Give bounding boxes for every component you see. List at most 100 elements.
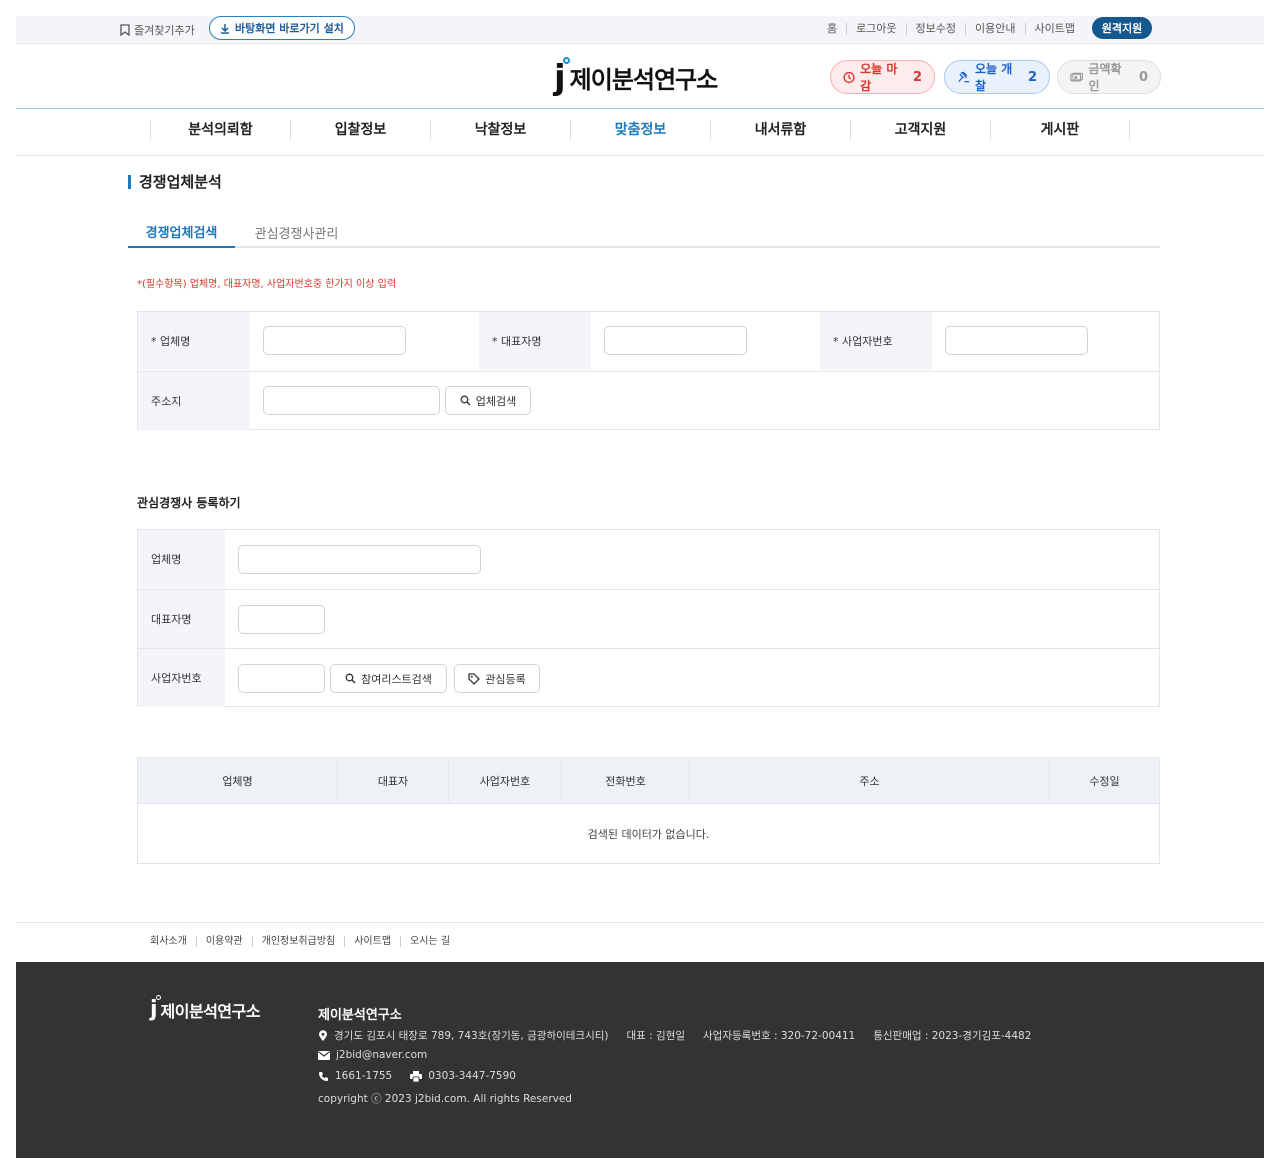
address-input[interactable] [263,386,440,415]
register-section-title: 관심경쟁사 등록하기 [137,496,241,510]
util-link-edit-info[interactable]: 정보수정 [905,23,965,35]
nav-item-analysis-request[interactable]: 분석의뢰함 [150,120,290,140]
nav-item-board[interactable]: 게시판 [990,120,1130,140]
site-logo[interactable]: j 제이분석연구소 [554,56,719,95]
main-nav: 분석의뢰함 입찰정보 낙찰정보 맞춤정보 내서류함 고객지원 게시판 [150,120,1130,140]
footer-links: 회사소개 이용약관 개인정보취급방침 사이트맵 오시는 길 [150,936,459,947]
tag-icon [468,672,481,685]
nav-item-bid-info[interactable]: 입찰정보 [290,120,430,140]
participant-list-search-button[interactable]: 참여리스트검색 [330,664,447,693]
search-icon [345,673,356,684]
footer-logo: j 제이분석연구소 [150,995,261,1022]
footer-logo-mark: j [150,995,161,1021]
nav-item-my-documents[interactable]: 내서류함 [710,120,850,140]
nav-item-customer-support[interactable]: 고객지원 [850,120,990,140]
footer-link-sitemap[interactable]: 사이트맵 [344,936,400,947]
util-link-logout[interactable]: 로그아웃 [846,23,905,35]
nav-divider [16,155,1264,156]
install-shortcut-label: 바탕화면 바로가기 설치 [235,22,344,35]
register-bizno-input[interactable] [238,664,325,693]
footer-link-directions[interactable]: 오시는 길 [400,936,459,947]
footer-business-registration: 사업자등록번호 : 320-72-00411 [703,1030,856,1042]
util-link-sitemap[interactable]: 사이트맵 [1024,23,1084,35]
company-name-input[interactable] [263,326,406,355]
nav-item-custom-info[interactable]: 맞춤정보 [570,120,710,140]
register-bizno-label: 사업자번호 [138,649,225,707]
company-search-label: 업체검색 [475,394,517,408]
add-favorite-link[interactable]: 즐겨찾기추가 [120,22,195,38]
search-icon [460,395,471,406]
results-table-header: 업체명 대표자 사업자번호 전화번호 주소 수정일 [138,758,1159,804]
required-field-note: *(필수항목) 업체명, 대표자명, 사업자번호중 한가지 이상 입력 [137,279,397,290]
today-deadline-button[interactable]: 오늘 마감 2 [830,60,935,94]
clock-icon [843,71,855,83]
register-form: 업체명 대표자명 사업자번호 참여리스트검색 관심등록 [137,529,1160,707]
footer-mail-order: 통신판매업 : 2023-경기김포-4482 [873,1030,1032,1042]
bookmark-icon [120,24,130,36]
column-header-ceo: 대표자 [337,758,448,804]
register-company-label: 업체명 [138,530,225,588]
add-favorite-label: 즐겨찾기추가 [134,24,195,37]
sub-tabs: 경쟁업체검색 관심경쟁사관리 [128,216,1160,248]
amount-check-button[interactable]: 금액확인 0 [1057,60,1161,94]
ceo-name-input[interactable] [604,326,747,355]
column-header-phone: 전화번호 [561,758,689,804]
remote-support-button[interactable]: 원격지원 [1092,17,1152,39]
today-opening-button[interactable]: 오늘 개찰 2 [944,60,1050,94]
page-title-text: 경쟁업체분석 [139,173,222,191]
footer-email[interactable]: j2bid@naver.com [336,1049,427,1061]
footer-phone: 1661-1755 [335,1070,393,1082]
utility-links: 홈 로그아웃 정보수정 이용안내 사이트맵 [818,23,1084,35]
company-search-button[interactable]: 업체검색 [445,386,531,415]
search-form-row-1: * 업체명 * 대표자명 * 사업자번호 [138,312,1159,371]
business-number-input[interactable] [945,326,1088,355]
logo-mark: j [554,56,570,95]
column-header-company: 업체명 [222,775,253,788]
page: 즐겨찾기추가 바탕화면 바로가기 설치 홈 로그아웃 정보수정 이용안내 사이트… [16,16,1264,1158]
register-ceo-input[interactable] [238,605,325,634]
interest-register-label: 관심등록 [485,672,526,686]
register-company-input[interactable] [238,545,481,574]
title-accent-bar [128,174,131,189]
amount-check-count: 0 [1138,69,1148,85]
tab-competitor-search[interactable]: 경쟁업체검색 [128,216,235,248]
register-form-row-company: 업체명 [138,530,1159,589]
footer-divider [16,922,1264,923]
interest-register-button[interactable]: 관심등록 [454,664,540,693]
footer-link-privacy[interactable]: 개인정보취급방침 [251,936,345,947]
phone-icon [319,1071,328,1081]
footer-fax: 0303-3447-7590 [428,1070,516,1082]
search-form-row-2: 주소지 업체검색 [138,371,1159,430]
participant-list-search-label: 참여리스트검색 [361,672,432,686]
footer-link-about[interactable]: 회사소개 [150,936,196,947]
today-deadline-count: 2 [912,69,922,85]
logo-text: 제이분석연구소 [569,66,719,94]
footer-company-name: 제이분석연구소 [318,1008,402,1023]
install-shortcut-button[interactable]: 바탕화면 바로가기 설치 [209,16,355,40]
ceo-name-label: * 대표자명 [479,312,591,370]
footer-contact-line: 1661-1755 0303-3447-7590 [318,1070,516,1082]
today-opening-count: 2 [1027,69,1037,85]
results-table: 업체명 대표자 사업자번호 전화번호 주소 수정일 검색된 데이터가 없습니다. [137,757,1160,864]
gavel-icon [958,71,970,83]
mail-icon [318,1050,330,1060]
footer-logo-text: 제이분석연구소 [160,1002,261,1021]
footer-address: 경기도 김포시 태장로 789, 743호(장기동, 금광하이테크시티) [334,1030,609,1042]
footer-copyright: copyright ⓒ 2023 j2bid.com. All rights R… [318,1091,572,1106]
column-header-modified-date: 수정일 [1049,758,1159,804]
tab-interest-competitor-manage[interactable]: 관심경쟁사관리 [243,216,350,248]
site-footer: j 제이분석연구소 제이분석연구소 경기도 김포시 태장로 789, 743호(… [16,962,1264,1158]
footer-ceo: 대표 : 김현일 [626,1030,686,1042]
register-ceo-label: 대표자명 [138,590,225,648]
amount-check-label: 금액확인 [1088,62,1122,93]
nav-item-award-info[interactable]: 낙찰정보 [430,120,570,140]
business-number-label: * 사업자번호 [820,312,932,370]
empty-results-message: 검색된 데이터가 없습니다. [587,828,710,841]
company-name-label: * 업체명 [138,312,250,370]
util-link-guide[interactable]: 이용안내 [965,23,1024,35]
money-icon [1070,72,1083,81]
footer-link-terms[interactable]: 이용약관 [195,936,252,947]
register-form-row-bizno: 사업자번호 참여리스트검색 관심등록 [138,648,1159,707]
util-link-home[interactable]: 홈 [818,23,846,35]
register-form-row-ceo: 대표자명 [138,589,1159,648]
